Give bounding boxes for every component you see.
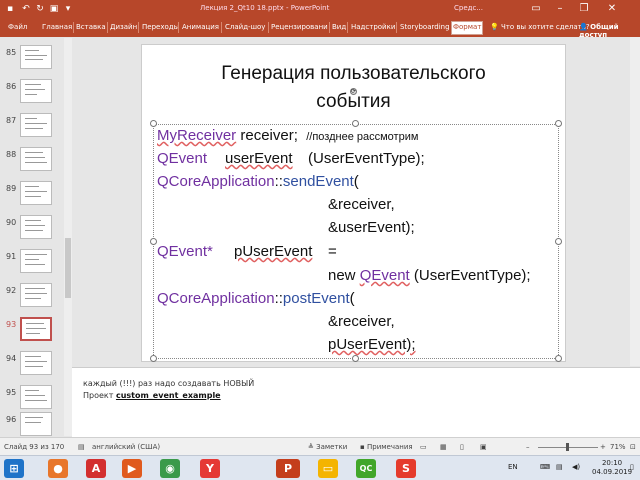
tab-home[interactable]: Главная bbox=[42, 23, 72, 31]
resize-handle[interactable] bbox=[150, 355, 157, 362]
customize-icon[interactable]: ▾ bbox=[62, 3, 74, 15]
start-icon[interactable]: ⊞ bbox=[4, 459, 24, 478]
acrobat-icon[interactable]: A bbox=[86, 459, 106, 478]
file-explorer-icon[interactable]: ▭ bbox=[318, 459, 338, 478]
tab-design[interactable]: Дизайн bbox=[110, 23, 137, 31]
person-icon: 👤 bbox=[579, 23, 591, 31]
redo-icon[interactable]: ↻ bbox=[34, 3, 46, 15]
title-bar: ▪ ↶ ↻ ▣ ▾ Лекция 2_Qt10 18.pptx - PowerP… bbox=[0, 0, 640, 18]
tab-view[interactable]: Вид bbox=[332, 23, 346, 31]
slide-counter: Слайд 93 из 170 bbox=[4, 443, 65, 451]
status-bar: Слайд 93 из 170 ▤ английский (США) ≜ Зам… bbox=[0, 437, 640, 455]
fit-to-window-icon[interactable]: ⊡ bbox=[630, 443, 636, 451]
maximize-button[interactable]: ❐ bbox=[576, 2, 592, 16]
resize-handle[interactable] bbox=[555, 355, 562, 362]
code-line-8: QCoreApplication::postEvent( bbox=[157, 290, 355, 307]
zoom-out-icon[interactable]: – bbox=[526, 443, 530, 451]
spellcheck-icon[interactable]: ▤ bbox=[78, 443, 85, 451]
zoom-in-icon[interactable]: + bbox=[600, 443, 606, 451]
code-line-5: &userEvent); bbox=[328, 219, 415, 236]
tab-file[interactable]: Файл bbox=[8, 23, 27, 31]
input-language[interactable]: EN bbox=[508, 463, 518, 471]
canvas-scrollbar[interactable] bbox=[630, 37, 640, 366]
thumbnail-94[interactable]: 94 bbox=[0, 351, 66, 381]
code-line-6: QEvent* pUserEvent = bbox=[157, 243, 337, 260]
code-line-10: pUserEvent); bbox=[328, 336, 416, 353]
reading-view-icon[interactable]: ▯ bbox=[460, 443, 464, 451]
rotate-handle-icon[interactable]: ⟳ bbox=[350, 88, 357, 95]
tell-me-search[interactable]: 💡 Что вы хотите сделать? bbox=[490, 23, 590, 31]
thumbnail-89[interactable]: 89 bbox=[0, 181, 66, 211]
project-link[interactable]: custom_event_example bbox=[116, 391, 221, 400]
windows-taskbar: ⊞ ● A ▶ ◉ Y P ▭ QC S EN ⌨ ▤ ◀) 20:10 04.0… bbox=[0, 455, 640, 480]
resize-handle[interactable] bbox=[352, 120, 359, 127]
slideshow-view-icon[interactable]: ▣ bbox=[480, 443, 487, 451]
start-slideshow-icon[interactable]: ▣ bbox=[48, 3, 60, 15]
firefox-icon[interactable]: ● bbox=[48, 459, 68, 478]
zoom-level[interactable]: 71% bbox=[610, 443, 626, 451]
context-tool-label: Средс... bbox=[454, 4, 484, 12]
window-title: Лекция 2_Qt10 18.pptx - PowerPoint bbox=[200, 4, 330, 12]
tab-transitions[interactable]: Переходы bbox=[142, 23, 179, 31]
save-icon[interactable]: ▪ bbox=[4, 3, 16, 15]
thumbnail-scrollbar[interactable] bbox=[64, 38, 72, 436]
thumbnail-87[interactable]: 87 bbox=[0, 113, 66, 143]
close-button[interactable]: ✕ bbox=[604, 2, 620, 16]
notes-line-1: каждый (!!!) раз надо создавать НОВЫЙ bbox=[83, 379, 255, 388]
thumbnail-95[interactable]: 95 bbox=[0, 385, 66, 415]
slide-sorter-icon[interactable]: ▦ bbox=[440, 443, 447, 451]
thumbnail-85[interactable]: 85 bbox=[0, 45, 66, 75]
thumbnail-92[interactable]: 92 bbox=[0, 283, 66, 313]
keyboard-icon[interactable]: ⌨ bbox=[540, 463, 550, 471]
code-line-1: MyReceiver receiver; //позднее рассмотри… bbox=[157, 127, 419, 144]
minimize-button[interactable]: – bbox=[552, 2, 568, 16]
powerpoint-icon[interactable]: P bbox=[276, 459, 300, 478]
yandex-browser-icon[interactable]: Y bbox=[200, 459, 220, 478]
zoom-slider-thumb[interactable] bbox=[566, 443, 569, 451]
tab-storyboarding[interactable]: Storyboarding bbox=[400, 23, 450, 31]
qt-creator-icon[interactable]: QC bbox=[356, 459, 376, 478]
thumbnail-88[interactable]: 88 bbox=[0, 147, 66, 177]
thumbnail-96[interactable]: 96 bbox=[0, 412, 66, 436]
code-line-9: &receiver, bbox=[328, 313, 395, 330]
tab-format[interactable]: Формат bbox=[453, 23, 481, 31]
language-indicator[interactable]: английский (США) bbox=[92, 443, 160, 451]
resize-handle[interactable] bbox=[555, 238, 562, 245]
lightbulb-icon: 💡 bbox=[490, 23, 501, 31]
notes-toggle-button[interactable]: ≜ Заметки bbox=[308, 443, 347, 451]
resize-handle[interactable] bbox=[150, 238, 157, 245]
ribbon-tabs: Файл Главная Вставка Дизайн Переходы Ани… bbox=[0, 18, 640, 39]
resize-handle[interactable] bbox=[150, 120, 157, 127]
network-icon[interactable]: ▤ bbox=[556, 463, 563, 471]
resize-handle[interactable] bbox=[352, 355, 359, 362]
tab-animation[interactable]: Анимация bbox=[182, 23, 219, 31]
tab-review[interactable]: Рецензировани bbox=[271, 23, 328, 31]
system-clock[interactable]: 20:10 04.09.2019 bbox=[592, 459, 632, 477]
tab-addins[interactable]: Надстройки bbox=[351, 23, 395, 31]
code-line-4: &receiver, bbox=[328, 196, 395, 213]
thumbnail-90[interactable]: 90 bbox=[0, 215, 66, 245]
normal-view-icon[interactable]: ▭ bbox=[420, 443, 427, 451]
comments-toggle-button[interactable]: ▪ Примечания bbox=[360, 443, 413, 451]
tab-insert[interactable]: Вставка bbox=[76, 23, 106, 31]
code-line-3: QCoreApplication::sendEvent( bbox=[157, 173, 359, 190]
notes-pane[interactable] bbox=[72, 367, 640, 437]
ribbon-display-icon[interactable]: ▭ bbox=[528, 2, 544, 16]
resize-handle[interactable] bbox=[555, 120, 562, 127]
thumbnail-93-selected[interactable]: 93 bbox=[0, 317, 66, 347]
slide-thumbnail-pane: 85 86 87 88 89 90 91 92 93 94 95 96 bbox=[0, 37, 66, 437]
undo-icon[interactable]: ↶ bbox=[20, 3, 32, 15]
tab-slideshow[interactable]: Слайд-шоу bbox=[225, 23, 265, 31]
code-line-2: QEvent userEvent (UserEventType); bbox=[157, 150, 425, 167]
volume-icon[interactable]: ◀) bbox=[572, 463, 580, 471]
code-line-7: new QEvent (UserEventType); bbox=[328, 267, 531, 284]
media-player-icon[interactable]: ▶ bbox=[122, 459, 142, 478]
notifications-icon[interactable]: ▯ bbox=[630, 463, 634, 471]
thumbnail-86[interactable]: 86 bbox=[0, 79, 66, 109]
thumbnail-91[interactable]: 91 bbox=[0, 249, 66, 279]
notes-line-2: Проект custom_event_example bbox=[83, 391, 221, 400]
screen-recorder-icon[interactable]: S bbox=[396, 459, 416, 478]
chrome-icon[interactable]: ◉ bbox=[160, 459, 180, 478]
